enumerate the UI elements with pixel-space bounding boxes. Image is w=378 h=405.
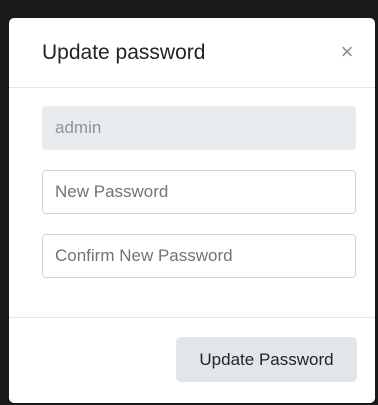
dialog-footer: Update Password (9, 317, 375, 403)
username-field[interactable] (42, 106, 356, 150)
close-icon: × (340, 39, 354, 64)
close-button[interactable]: × (336, 40, 358, 64)
confirm-password-input[interactable] (42, 234, 356, 278)
update-password-dialog: Update password × Update Password (9, 18, 375, 403)
new-password-input[interactable] (42, 170, 356, 214)
dialog-header: Update password × (9, 18, 375, 88)
update-password-button[interactable]: Update Password (176, 337, 357, 382)
dialog-title: Update password (42, 41, 206, 64)
dialog-body (9, 88, 375, 318)
